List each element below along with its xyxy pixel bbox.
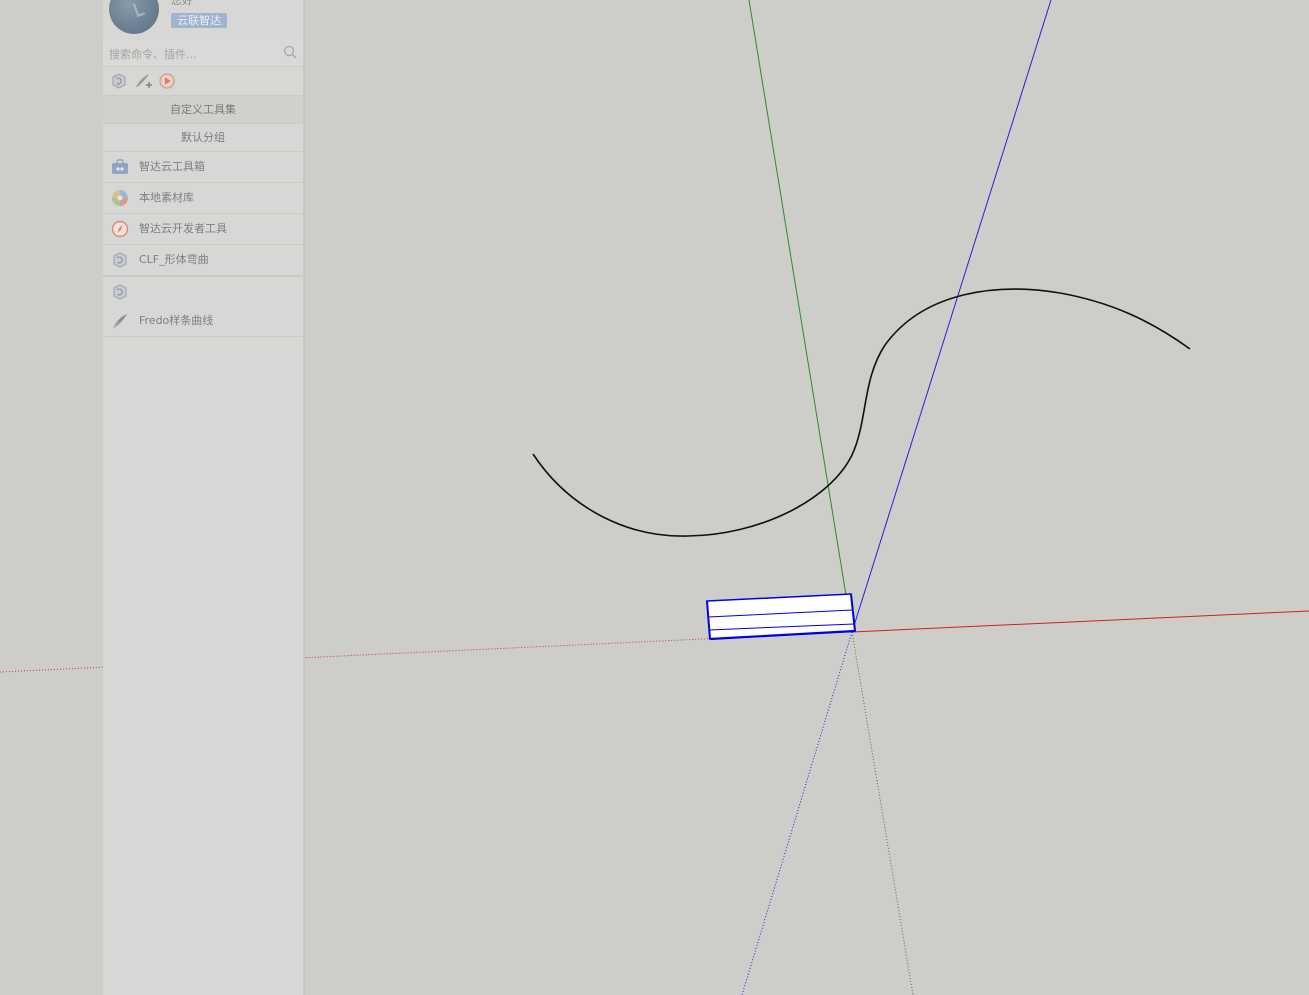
green-axis-positive: [748, 0, 853, 633]
tool-item-dev-tools[interactable]: 智达云开发者工具: [103, 214, 303, 245]
tool-item-label: 智达云工具箱: [139, 160, 205, 173]
blue-axis-negative: [741, 631, 853, 995]
search-icon[interactable]: [283, 45, 297, 59]
quick-toolbar: [103, 67, 303, 96]
play-icon[interactable]: [157, 71, 177, 91]
tool-item-clf-bend[interactable]: CLF_形体弯曲: [103, 245, 303, 276]
username: 您好: [171, 0, 193, 7]
plugin-icon: [113, 284, 127, 300]
red-axis-positive: [851, 610, 1309, 633]
tool-item-label: 本地素材库: [139, 191, 194, 204]
status-badge[interactable]: 云联智达: [171, 13, 227, 28]
tool-item-toolbox[interactable]: 智达云工具箱: [103, 152, 303, 183]
custom-toolset-header[interactable]: 自定义工具集: [103, 96, 303, 124]
quill-icon: [112, 314, 127, 329]
blue-axis-positive: [851, 0, 1052, 633]
avatar[interactable]: [109, 0, 159, 34]
tool-item-local-library[interactable]: 本地素材库: [103, 183, 303, 214]
search-input[interactable]: [107, 43, 281, 65]
plugin-panel: 您好 云联智达 自定义工具集 默认分组: [103, 0, 304, 995]
tool-item-plugin[interactable]: [103, 277, 303, 308]
green-axis-negative: [851, 631, 914, 995]
search-bar: [103, 40, 303, 67]
plugin-icon: [113, 252, 127, 268]
user-info: 您好 云联智达: [103, 0, 303, 40]
color-ball-icon: [112, 190, 128, 206]
tool-item-label: CLF_形体弯曲: [139, 253, 209, 266]
tool-item-fredo-spline[interactable]: Fredo样条曲线: [103, 306, 303, 337]
quill-add-icon[interactable]: [133, 71, 153, 91]
compass-icon: [111, 220, 129, 238]
tool-item-label: 智达云开发者工具: [139, 222, 227, 235]
tool-item-label: Fredo样条曲线: [139, 314, 214, 327]
selected-box[interactable]: [706, 593, 856, 641]
toolbox-icon: [112, 159, 128, 174]
default-group-header[interactable]: 默认分组: [103, 124, 303, 152]
plugin-icon[interactable]: [109, 71, 129, 91]
spline-curve[interactable]: [532, 288, 1191, 537]
